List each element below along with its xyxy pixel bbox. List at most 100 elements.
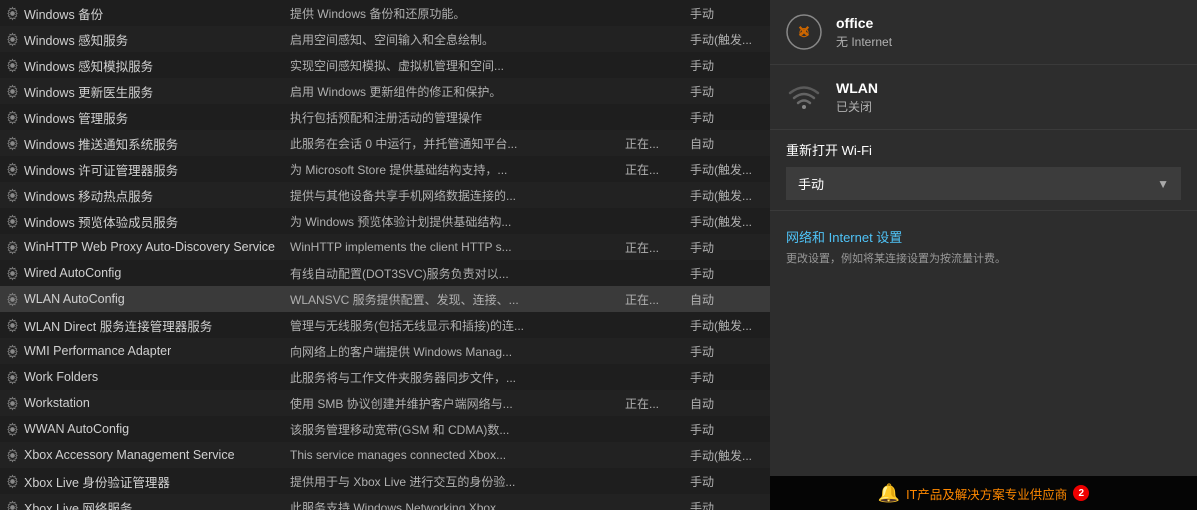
gear-icon [5,6,20,21]
service-starttype-cell: 手动 [685,104,770,130]
service-starttype-cell: 手动(触发... [685,182,770,208]
table-row[interactable]: Xbox Live 身份验证管理器提供用于与 Xbox Live 进行交互的身份… [0,468,770,494]
wifi-network-name: WLAN [836,80,878,96]
service-name-text: Work Folders [24,370,98,384]
service-starttype-cell: 手动 [685,416,770,442]
chevron-down-icon: ▼ [1157,177,1169,191]
table-row[interactable]: Windows 移动热点服务 提供与其他设备共享手机网络数据连接的... 手动(触发… [0,182,770,208]
network-settings-title[interactable]: 网络和 Internet 设置 [786,227,1181,246]
table-row[interactable]: Workstation使用 SMB 协议创建并维护客户端网络与...正在...自… [0,390,770,416]
service-starttype-cell: 手动(触发... [685,156,770,182]
table-row[interactable]: Xbox Accessory Management ServiceThis se… [0,442,770,468]
service-starttype-cell: 手动 [685,78,770,104]
office-network-text: office 无 Internet [836,15,892,50]
service-desc-cell: 提供用于与 Xbox Live 进行交互的身份验... [285,468,620,494]
service-name-text: Windows 更新医生服务 [24,82,153,101]
service-name-cell: Windows 感知模拟服务 [0,52,285,78]
table-row[interactable]: Windows 管理服务 执行包括预配和注册活动的管理操作 手动 [0,104,770,130]
table-row[interactable]: Windows 推送通知系统服务 此服务在会话 0 中运行，并托管通知平台...正… [0,130,770,156]
service-name-cell: Windows 预览体验成员服务 [0,208,285,234]
service-name-text: Windows 管理服务 [24,108,128,127]
gear-icon [5,136,20,151]
service-desc-cell: 执行包括预配和注册活动的管理操作 [285,104,620,130]
service-status-cell [620,26,685,52]
service-status-cell [620,312,685,338]
gear-icon [5,84,20,99]
service-starttype-cell: 手动 [685,468,770,494]
service-name-text: Xbox Accessory Management Service [24,448,235,462]
table-row[interactable]: Xbox Live 网络服务此服务支持 Windows.Networking.X… [0,494,770,510]
table-row[interactable]: WinHTTP Web Proxy Auto-Discovery Service… [0,234,770,260]
service-name-text: Windows 推送通知系统服务 [24,134,178,153]
table-row[interactable]: WLAN AutoConfigWLANSVC 服务提供配置、发现、连接、...正… [0,286,770,312]
table-row[interactable]: WLAN Direct 服务连接管理器服务管理与无线服务(包括无线显示和插接)的… [0,312,770,338]
service-status-cell [620,182,685,208]
service-name-text: Windows 感知服务 [24,30,128,49]
gear-icon [5,292,20,307]
office-network-name: office [836,15,892,31]
service-starttype-cell: 手动 [685,338,770,364]
service-status-cell [620,208,685,234]
service-starttype-cell: 手动 [685,260,770,286]
network-panel: ✕ ⊗ office 无 Internet WLAN 已关闭 [770,0,1197,510]
service-starttype-cell: 自动 [685,390,770,416]
service-status-cell [620,416,685,442]
service-desc-cell: 该服务管理移动宽带(GSM 和 CDMA)数... [285,416,620,442]
service-starttype-cell: 手动 [685,52,770,78]
service-name-text: Windows 备份 [24,4,103,23]
service-name-cell: Wired AutoConfig [0,260,285,286]
gear-icon [5,474,20,489]
service-desc-cell: 此服务将与工作文件夹服务器同步文件，... [285,364,620,390]
service-status-cell: 正在... [620,130,685,156]
service-desc-cell: 管理与无线服务(包括无线显示和插接)的连... [285,312,620,338]
service-name-text: Windows 移动热点服务 [24,186,153,205]
service-starttype-cell: 手动(触发... [685,312,770,338]
services-panel: Windows 备份提供 Windows 备份和还原功能。手动 Windows … [0,0,770,510]
wifi-reopen-label: 重新打开 Wi-Fi [786,140,1181,159]
service-status-cell [620,494,685,510]
service-desc-cell: 此服务支持 Windows.Networking.Xbox... [285,494,620,510]
service-starttype-cell: 手动(触发... [685,26,770,52]
service-name-cell: Xbox Live 身份验证管理器 [0,468,285,494]
service-desc-cell: 有线自动配置(DOT3SVC)服务负责对以... [285,260,620,286]
service-starttype-cell: 手动 [685,0,770,26]
service-name-text: Windows 预览体验成员服务 [24,212,178,231]
table-row[interactable]: Windows 更新医生服务启用 Windows 更新组件的修正和保护。手动 [0,78,770,104]
table-row[interactable]: Windows 备份 提供 Windows 备份和还原功能。 手动 [0,0,770,26]
table-row[interactable]: Work Folders此服务将与工作文件夹服务器同步文件，...手动 [0,364,770,390]
service-desc-cell: 此服务在会话 0 中运行，并托管通知平台... [285,130,620,156]
service-desc-cell: 提供 Windows 备份和还原功能。 [285,0,620,26]
service-name-text: WMI Performance Adapter [24,344,171,358]
bottom-banner: 🔔 IT产品及解决方案专业供应商 2 [770,476,1197,510]
service-starttype-cell: 手动 [685,494,770,510]
gear-icon [5,318,20,333]
table-row[interactable]: Windows 预览体验成员服务 为 Windows 预览体验计划提供基础结构..… [0,208,770,234]
table-row[interactable]: Wired AutoConfig 有线自动配置(DOT3SVC)服务负责对以...… [0,260,770,286]
office-network-item[interactable]: ✕ ⊗ office 无 Internet [770,0,1197,65]
service-name-text: Wired AutoConfig [24,266,121,280]
table-row[interactable]: WWAN AutoConfig该服务管理移动宽带(GSM 和 CDMA)数...… [0,416,770,442]
service-name-cell: Xbox Accessory Management Service [0,442,285,468]
service-desc-cell: 为 Windows 预览体验计划提供基础结构... [285,208,620,234]
banner-icon: 🔔 [878,483,900,504]
service-status-cell [620,52,685,78]
service-desc-cell: 启用空间感知、空间输入和全息绘制。 [285,26,620,52]
table-row[interactable]: Windows 感知模拟服务实现空间感知模拟、虚拟机管理和空间...手动 [0,52,770,78]
wifi-network-item[interactable]: WLAN 已关闭 [770,65,1197,130]
table-row[interactable]: WMI Performance Adapter向网络上的客户端提供 Window… [0,338,770,364]
banner-badge: 2 [1073,485,1089,501]
table-row[interactable]: Windows 许可证管理器服务为 Microsoft Store 提供基础结构… [0,156,770,182]
table-row[interactable]: Windows 感知服务 启用空间感知、空间输入和全息绘制。 手动(触发... [0,26,770,52]
wifi-dropdown[interactable]: 手动 ▼ [786,167,1181,200]
service-status-cell: 正在... [620,156,685,182]
gear-icon [5,344,20,359]
wifi-network-text: WLAN 已关闭 [836,80,878,115]
service-name-text: Workstation [24,396,90,410]
gear-icon [5,214,20,229]
service-name-cell: WLAN Direct 服务连接管理器服务 [0,312,285,338]
network-settings-desc: 更改设置，例如将某连接设置为按流量计费。 [786,250,1181,266]
gear-icon [5,448,20,463]
banner-text: IT产品及解决方案专业供应商 [906,484,1067,503]
service-desc-cell: 提供与其他设备共享手机网络数据连接的... [285,182,620,208]
office-network-status: 无 Internet [836,33,892,50]
